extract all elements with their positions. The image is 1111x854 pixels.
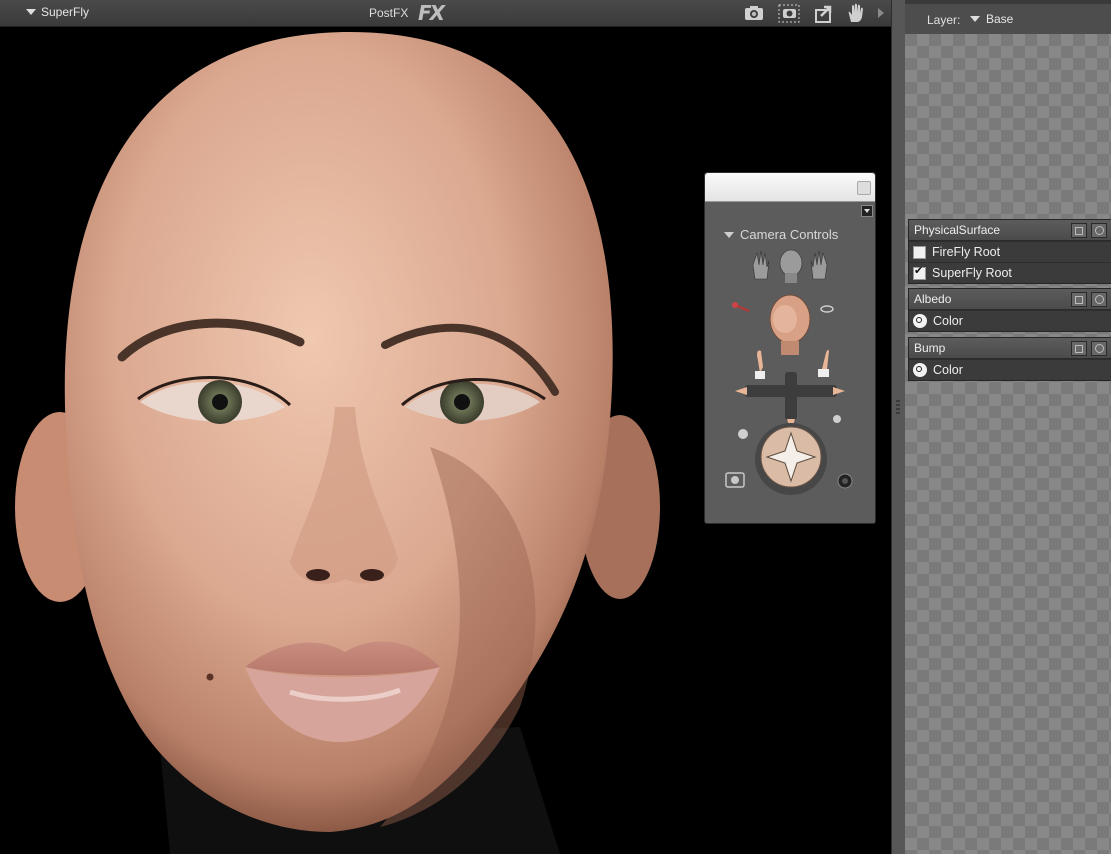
grip-icon — [896, 400, 900, 414]
move-hands-icon[interactable] — [735, 349, 845, 432]
output-port-icon[interactable] — [913, 314, 927, 328]
chevron-down-icon — [970, 16, 980, 22]
output-port-icon[interactable] — [913, 363, 927, 377]
collapse-node-button[interactable] — [1071, 341, 1087, 356]
trackball-icon[interactable] — [755, 423, 827, 495]
chevron-down-icon — [26, 9, 36, 15]
palette-titlebar[interactable] — [705, 173, 875, 202]
node-title: PhysicalSurface — [914, 223, 1001, 237]
viewport-toolbar: SuperFly PostFX FX — [0, 0, 891, 27]
preview-node-button[interactable] — [1091, 292, 1107, 307]
node-input-row[interactable]: SuperFly Root — [909, 262, 1111, 283]
layer-bar: Layer: Base — [905, 4, 1111, 34]
expand-arrow-icon[interactable] — [874, 2, 888, 24]
firefly-root-checkbox[interactable] — [913, 245, 926, 259]
collapse-node-button[interactable] — [1071, 292, 1087, 307]
right-hand-camera-icon[interactable] — [810, 250, 828, 280]
physical-surface-node[interactable]: PhysicalSurface FireFly Root SuperFly Ro… — [908, 219, 1111, 284]
node-header[interactable]: Bump — [909, 338, 1111, 359]
camera-controls-widgets — [725, 249, 853, 495]
albedo-node[interactable]: Albedo Color — [908, 288, 1111, 332]
left-hand-camera-icon[interactable] — [752, 250, 770, 280]
fx-logo-button[interactable]: FX — [418, 1, 445, 25]
node-header[interactable]: PhysicalSurface — [909, 220, 1111, 241]
node-title: Albedo — [914, 292, 952, 306]
superfly-root-checkbox[interactable] — [913, 264, 926, 280]
camera-controls-header[interactable]: Camera Controls — [724, 227, 838, 242]
node-input-label: SuperFly Root — [932, 266, 1012, 280]
hand-pan-icon[interactable] — [845, 2, 867, 24]
face-camera-icon[interactable] — [769, 294, 811, 355]
layer-label: Layer: — [927, 13, 961, 27]
node-header[interactable]: Albedo — [909, 289, 1111, 310]
area-render-icon[interactable] — [778, 2, 800, 24]
node-output-label: Color — [933, 314, 963, 328]
layer-dropdown[interactable]: Base — [970, 12, 1013, 26]
layer-value: Base — [986, 12, 1014, 26]
postfx-label[interactable]: PostFX — [369, 6, 408, 20]
node-output-row[interactable]: Color — [909, 310, 1111, 331]
camera-controls-palette[interactable]: Camera Controls — [704, 172, 876, 524]
node-canvas[interactable] — [905, 34, 1111, 854]
node-output-row[interactable]: Color — [909, 359, 1111, 380]
render-engine-dropdown[interactable]: SuperFly — [26, 5, 89, 19]
node-input-label: FireFly Root — [932, 245, 1001, 259]
render-engine-label: SuperFly — [41, 5, 90, 19]
preview-node-button[interactable] — [1091, 341, 1107, 356]
node-title: Bump — [914, 341, 946, 355]
node-output-label: Color — [933, 363, 963, 377]
chevron-down-icon — [724, 231, 734, 238]
bump-node[interactable]: Bump Color — [908, 337, 1111, 381]
node-input-row[interactable]: FireFly Root — [909, 241, 1111, 262]
panel-splitter[interactable] — [891, 0, 906, 854]
zoom-dial-icon[interactable] — [837, 473, 853, 489]
close-icon[interactable] — [857, 181, 871, 195]
palette-menu-button[interactable] — [861, 205, 873, 217]
export-icon[interactable] — [813, 2, 835, 24]
camera-controls-title: Camera Controls — [740, 227, 839, 242]
snapshot-camera-icon[interactable] — [725, 472, 745, 488]
head-camera-icon[interactable] — [779, 249, 803, 283]
camera-icon[interactable] — [743, 2, 765, 24]
collapse-node-button[interactable] — [1071, 223, 1087, 238]
preview-node-button[interactable] — [1091, 223, 1107, 238]
